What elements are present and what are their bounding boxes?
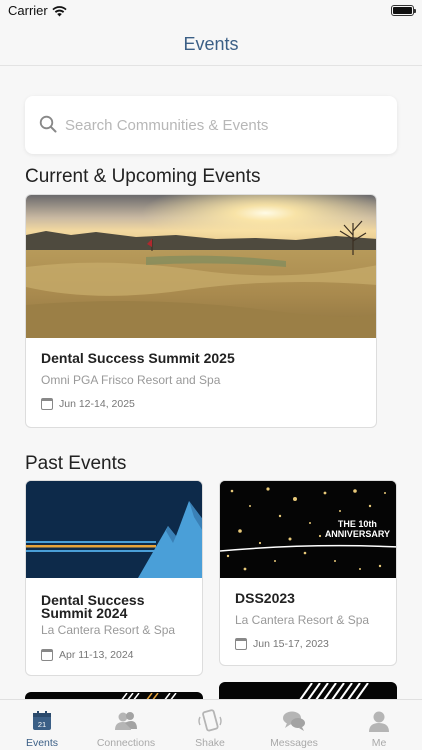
people-icon — [113, 708, 139, 734]
event-card-current[interactable]: Dental Success Summit 2025 Omni PGA Fris… — [25, 194, 377, 428]
battery-icon — [391, 5, 416, 16]
wifi-icon — [52, 4, 67, 22]
event-card-past-2023[interactable]: THE 10th ANNIVERSARY DSS2023 La Cantera … — [219, 480, 397, 666]
event-date-row: Jun 15-17, 2023 — [235, 638, 329, 650]
tab-messages[interactable]: Messages — [252, 700, 336, 750]
calendar-icon — [41, 649, 53, 661]
calendar-icon — [235, 638, 247, 650]
event-name: DSS2023 — [235, 590, 295, 606]
tab-label: Me — [371, 737, 387, 749]
banner-line-1: THE 10th — [337, 519, 377, 529]
event-name: Dental Success Summit 2025 — [41, 350, 235, 366]
current-events-heading: Current & Upcoming Events — [25, 166, 261, 187]
event-name: Dental Success Summit 2024 — [41, 592, 145, 621]
tab-label: Connections — [96, 737, 156, 749]
event-date: Apr 11-13, 2024 — [59, 649, 134, 661]
event-venue: La Cantera Resort & Spa — [41, 623, 176, 637]
search-input[interactable] — [65, 96, 385, 154]
nav-bar: Events — [0, 22, 422, 66]
past-events-heading: Past Events — [25, 453, 127, 474]
search-icon — [39, 115, 57, 138]
event-venue: La Cantera Resort & Spa — [235, 613, 370, 627]
event-card-past-2024[interactable]: Dental Success Summit 2024 La Cantera Re… — [25, 480, 203, 676]
event-venue: Omni PGA Frisco Resort and Spa — [41, 373, 221, 387]
tab-shake[interactable]: Shake — [168, 700, 252, 750]
tab-connections[interactable]: Connections — [84, 700, 168, 750]
event-date: Jun 15-17, 2023 — [253, 638, 329, 650]
calendar-icon — [41, 398, 53, 410]
tab-events[interactable]: 21 Events — [0, 700, 84, 750]
search-box[interactable] — [25, 96, 397, 154]
tab-bar: 21 Events Connections Shake Messages Me — [0, 699, 422, 750]
page-title: Events — [183, 34, 239, 54]
event-date-row: Apr 11-13, 2024 — [41, 649, 134, 661]
tab-label: Messages — [270, 737, 318, 749]
chat-bubbles-icon — [281, 708, 307, 734]
person-icon — [366, 708, 392, 734]
banner-line-2: ANNIVERSARY — [324, 529, 390, 539]
calendar-badge: 21 — [38, 720, 46, 729]
event-date-row: Jun 12-14, 2025 — [41, 398, 135, 410]
event-cover-image — [26, 195, 376, 338]
event-cover-image: THE 10th ANNIVERSARY — [220, 481, 396, 578]
tab-me[interactable]: Me — [336, 700, 422, 750]
event-date: Jun 12-14, 2025 — [59, 398, 135, 410]
calendar-icon: 21 — [29, 708, 55, 734]
carrier-label: Carrier — [8, 3, 48, 18]
status-bar: Carrier — [0, 0, 422, 22]
tab-label: Events — [25, 737, 59, 749]
tab-label: Shake — [195, 737, 225, 749]
phone-shake-icon — [197, 708, 223, 734]
event-cover-image — [26, 481, 202, 578]
